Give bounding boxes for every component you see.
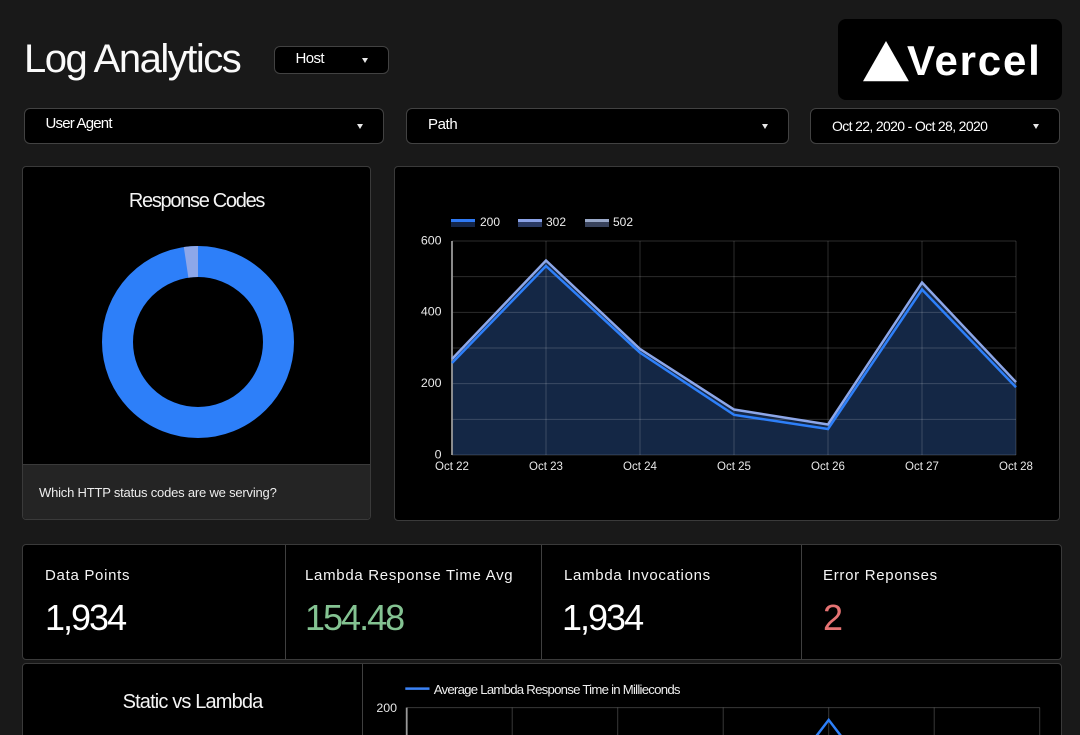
svg-text:400: 400 bbox=[421, 305, 442, 319]
svg-text:Average Lambda Response Time i: Average Lambda Response Time in Millieco… bbox=[434, 682, 681, 697]
svg-text:Oct 25: Oct 25 bbox=[717, 461, 751, 473]
svg-text:Oct 28: Oct 28 bbox=[999, 461, 1033, 473]
svg-text:Vercel: Vercel bbox=[907, 37, 1042, 84]
svg-text:200: 200 bbox=[421, 376, 442, 390]
svg-text:Oct 27: Oct 27 bbox=[905, 461, 939, 473]
svg-text:Oct 26: Oct 26 bbox=[811, 461, 845, 473]
svg-text:Oct 24: Oct 24 bbox=[623, 461, 657, 473]
svg-text:200: 200 bbox=[376, 701, 397, 715]
svg-text:0: 0 bbox=[435, 447, 442, 461]
svg-text:Oct 23: Oct 23 bbox=[529, 461, 563, 473]
svg-text:Oct 22: Oct 22 bbox=[435, 461, 469, 473]
svg-text:600: 600 bbox=[421, 233, 442, 247]
